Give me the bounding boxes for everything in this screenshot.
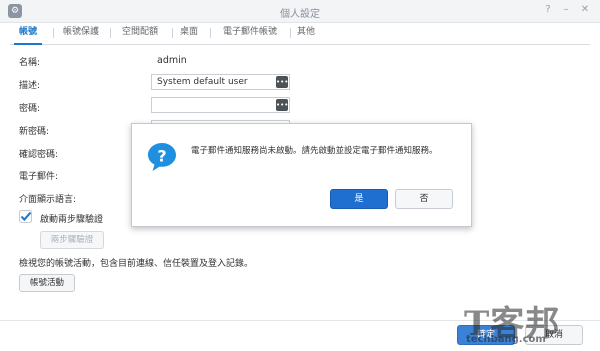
help-icon[interactable]: ?	[541, 3, 555, 17]
activity-description: 檢視您的帳號活動，包含目前連線、信任裝置及登入記錄。	[19, 259, 254, 269]
tab-divider	[210, 28, 211, 38]
email-label: 電子郵件:	[19, 172, 59, 182]
description-value: System default user	[157, 77, 248, 87]
name-label: 名稱:	[19, 58, 41, 68]
svg-text:?: ?	[157, 147, 166, 166]
tab-divider	[53, 28, 54, 38]
description-label: 描述:	[19, 81, 41, 91]
tab-account[interactable]: 帳號	[14, 22, 42, 45]
password-field[interactable]: •••	[151, 97, 290, 113]
tab-bar: 帳號 帳號保護 空間配額 桌面 電子郵件帳號 其他	[10, 22, 590, 45]
minimize-icon[interactable]: –	[559, 3, 573, 17]
close-icon[interactable]: ✕	[578, 3, 592, 17]
tab-quota[interactable]: 空間配額	[116, 22, 164, 43]
tab-divider	[172, 28, 173, 38]
language-label: 介面顯示語言:	[19, 195, 77, 205]
dialog-message: 電子郵件通知服務尚未啟動。請先啟動並設定電子郵件通知服務。	[191, 146, 438, 156]
tab-account-protection[interactable]: 帳號保護	[60, 22, 102, 43]
window-title: 個人設定	[280, 9, 320, 20]
password-label: 密碼:	[19, 104, 41, 114]
two-step-setup-button[interactable]: 兩步驟驗證	[40, 231, 104, 249]
description-field[interactable]: System default user •••	[151, 74, 290, 90]
new-password-label: 新密碼:	[19, 127, 50, 137]
two-step-label: 啟動兩步驟驗證	[40, 215, 104, 225]
confirm-dialog: ? 電子郵件通知服務尚未啟動。請先啟動並設定電子郵件通知服務。 是 否	[131, 123, 472, 227]
tab-divider	[290, 28, 291, 38]
dialog-no-button[interactable]: 否	[395, 189, 453, 209]
two-step-checkbox[interactable]	[19, 210, 32, 223]
name-value: admin	[157, 55, 187, 66]
tab-email-account[interactable]: 電子郵件帳號	[216, 22, 284, 43]
watermark-logo: T客邦 techbang.com	[458, 296, 598, 348]
confirm-password-label: 確認密碼:	[19, 150, 59, 160]
more-icon[interactable]: •••	[276, 99, 288, 111]
tab-divider	[110, 28, 111, 38]
dialog-yes-button[interactable]: 是	[330, 189, 388, 209]
tab-others[interactable]: 其他	[292, 22, 320, 43]
question-icon: ?	[148, 143, 176, 171]
watermark-domain: techbang.com	[466, 334, 546, 345]
more-icon[interactable]: •••	[276, 76, 288, 88]
title-bar: ⚙ 個人設定 ? – ✕	[0, 0, 600, 23]
account-activity-button[interactable]: 帳號活動	[19, 274, 75, 292]
tab-desktop[interactable]: 桌面	[176, 22, 202, 43]
